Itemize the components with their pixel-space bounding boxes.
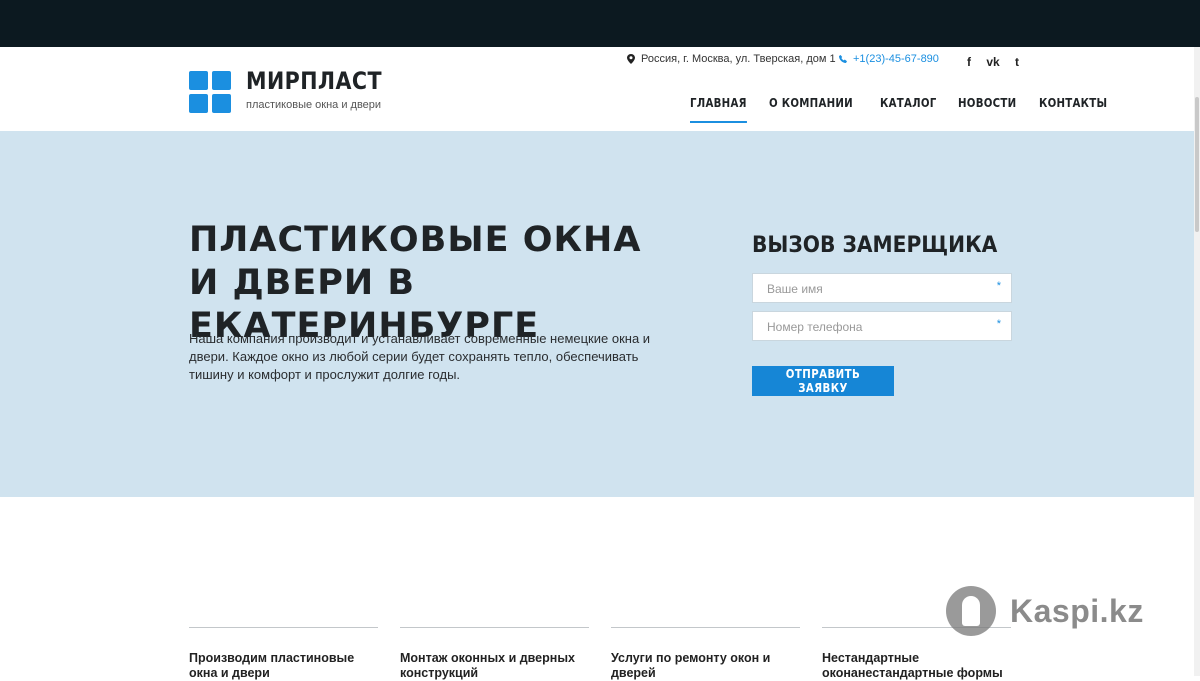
logo-icon[interactable] <box>189 71 231 113</box>
vk-icon[interactable]: vk <box>986 55 1000 69</box>
name-field[interactable]: Ваше имя * <box>752 273 1012 303</box>
service-item[interactable]: Монтаж оконных и дверных конструкций <box>400 627 589 681</box>
scrollbar[interactable] <box>1194 47 1200 676</box>
phone-field[interactable]: Номер телефона * <box>752 311 1012 341</box>
brand-tagline: пластиковые окна и двери <box>246 99 382 111</box>
watermark: Kaspi.kz <box>946 586 1144 636</box>
hero-title: ПЛАСТИКОВЫЕ ОКНА И ДВЕРИ В ЕКАТЕРИНБУРГЕ <box>189 220 642 346</box>
facebook-icon[interactable]: f <box>962 55 976 69</box>
name-placeholder: Ваше имя <box>767 282 823 296</box>
nav-item-news[interactable]: НОВОСТИ <box>958 96 1016 123</box>
phone-text[interactable]: +1(23)-45-67-890 <box>853 53 939 65</box>
kaspi-logo-icon <box>946 586 996 636</box>
required-mark: * <box>996 318 1001 330</box>
social-links: f vk t <box>962 55 1024 69</box>
nav-item-about[interactable]: О КОМПАНИИ <box>769 96 853 123</box>
phone-placeholder: Номер телефона <box>767 320 863 334</box>
required-mark: * <box>996 280 1001 292</box>
nav-item-catalog[interactable]: КАТАЛОГ <box>880 96 937 123</box>
location-pin-icon <box>627 54 635 64</box>
address: Россия, г. Москва, ул. Тверская, дом 1 <box>627 53 836 65</box>
site-header: МИРПЛАСТ пластиковые окна и двери Россия… <box>0 47 1200 131</box>
twitter-icon[interactable]: t <box>1010 55 1024 69</box>
phone[interactable]: +1(23)-45-67-890 <box>839 53 939 65</box>
phone-icon <box>839 55 847 63</box>
brand-name[interactable]: МИРПЛАСТ <box>246 67 382 95</box>
watermark-text: Kaspi.kz <box>1010 592 1144 629</box>
address-text: Россия, г. Москва, ул. Тверская, дом 1 <box>641 53 836 65</box>
form-title: ВЫЗОВ ЗАМЕРЩИКА <box>752 233 998 258</box>
submit-label: ОТПРАВИТЬ ЗАЯВКУ <box>785 367 861 395</box>
main-nav: ГЛАВНАЯ О КОМПАНИИ КАТАЛОГ НОВОСТИ КОНТА… <box>690 96 1119 123</box>
service-item[interactable]: Производим пластиновые окна и двери <box>189 627 378 681</box>
service-item[interactable]: Услуги по ремонту окон и дверей <box>611 627 800 681</box>
scrollbar-thumb[interactable] <box>1195 97 1199 232</box>
hero-section: ПЛАСТИКОВЫЕ ОКНА И ДВЕРИ В ЕКАТЕРИНБУРГЕ… <box>0 131 1200 497</box>
nav-item-home[interactable]: ГЛАВНАЯ <box>690 96 747 123</box>
nav-item-contacts[interactable]: КОНТАКТЫ <box>1039 96 1107 123</box>
hero-description: Наша компания производит и устанавливает… <box>189 331 651 382</box>
top-bar <box>0 0 1200 47</box>
submit-button[interactable]: ОТПРАВИТЬ ЗАЯВКУ <box>752 366 894 396</box>
